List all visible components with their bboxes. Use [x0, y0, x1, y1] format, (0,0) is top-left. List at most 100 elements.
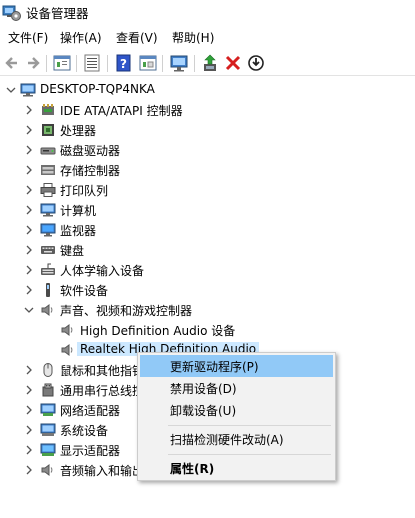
device-label: 软件设备	[60, 284, 109, 298]
device-category[interactable]: 键盘	[0, 240, 415, 260]
speaker-icon	[60, 322, 76, 338]
speaker-icon	[40, 462, 56, 478]
expand-chevron-icon[interactable]	[22, 181, 36, 199]
storage-controller-icon	[40, 162, 56, 178]
expand-chevron-icon[interactable]	[22, 201, 36, 219]
toolbar-separator	[194, 55, 195, 72]
expand-chevron-icon[interactable]	[22, 261, 36, 279]
disk-drive-icon	[40, 142, 56, 158]
device-category[interactable]: IDE ATA/ATAPI 控制器	[0, 100, 415, 120]
speaker-icon	[40, 302, 56, 318]
processor-icon	[40, 122, 56, 138]
device-label: 系统设备	[60, 424, 109, 438]
title-bar: 设备管理器	[0, 0, 415, 24]
device-label: High Definition Audio 设备	[80, 324, 236, 338]
help-icon[interactable]: ?	[113, 52, 135, 74]
monitor-icon	[40, 222, 56, 238]
svg-text:?: ?	[120, 57, 127, 71]
device-label: 显示适配器	[60, 444, 121, 458]
speaker-icon	[60, 342, 76, 358]
toolbar-separator	[162, 55, 163, 72]
device-label: 网络适配器	[60, 404, 121, 418]
keyboard-icon	[40, 242, 56, 258]
expand-chevron-icon[interactable]	[22, 161, 36, 179]
tree-root[interactable]: DESKTOP-TQP4NKA	[0, 80, 415, 100]
expand-chevron-icon[interactable]	[22, 121, 36, 139]
device-label: 计算机	[60, 204, 97, 218]
expand-chevron-icon[interactable]	[22, 401, 36, 419]
device-label: 键盘	[60, 244, 85, 258]
disable-device-icon[interactable]	[245, 52, 267, 74]
expand-chevron-icon[interactable]	[22, 281, 36, 299]
mouse-icon	[40, 362, 56, 378]
device-label: 声音、视频和游戏控制器	[60, 304, 193, 318]
menu-action[interactable]: 操作(A)	[60, 29, 102, 46]
expand-chevron-icon[interactable]	[22, 441, 36, 459]
display-adapter-icon	[40, 442, 56, 458]
expand-chevron-icon[interactable]	[22, 361, 36, 379]
computer-icon	[20, 82, 36, 98]
expand-chevron-icon[interactable]	[22, 221, 36, 239]
device-category[interactable]: 处理器	[0, 120, 415, 140]
toolbar-separator	[76, 55, 77, 72]
usb-icon	[40, 382, 56, 398]
expand-chevron-icon[interactable]	[22, 421, 36, 439]
computer-icon	[40, 202, 56, 218]
expand-chevron-icon[interactable]	[22, 241, 36, 259]
back-arrow-icon[interactable]	[1, 52, 23, 74]
expand-chevron-icon[interactable]	[22, 101, 36, 119]
action-pane-icon[interactable]	[137, 52, 159, 74]
menu-bar: 文件(F) 操作(A) 查看(V) 帮助(H)	[0, 26, 415, 48]
device-label: 存储控制器	[60, 164, 121, 178]
menu-scan-hardware[interactable]: 扫描检测硬件改动(A)	[140, 428, 333, 450]
menu-disable-device[interactable]: 禁用设备(D)	[140, 377, 333, 399]
device-category[interactable]: 计算机	[0, 200, 415, 220]
device-category[interactable]: 软件设备	[0, 280, 415, 300]
device-label: IDE ATA/ATAPI 控制器	[60, 104, 183, 118]
device-label: 人体学输入设备	[60, 264, 145, 278]
menu-help[interactable]: 帮助(H)	[172, 29, 214, 46]
menu-separator	[168, 425, 331, 426]
hid-icon	[40, 262, 56, 278]
collapse-chevron-icon[interactable]	[4, 81, 18, 99]
device-category[interactable]: 打印队列	[0, 180, 415, 200]
monitor-scan-icon[interactable]	[168, 52, 190, 74]
device-label: 打印队列	[60, 184, 109, 198]
properties-sheet-icon[interactable]	[51, 52, 73, 74]
device-label: 磁盘驱动器	[60, 144, 121, 158]
device-category[interactable]: 人体学输入设备	[0, 260, 415, 280]
menu-properties[interactable]: 属性(R)	[140, 457, 333, 479]
computer-name: DESKTOP-TQP4NKA	[40, 82, 155, 96]
expand-chevron-icon[interactable]	[22, 141, 36, 159]
context-menu: 更新驱动程序(P) 禁用设备(D) 卸载设备(U) 扫描检测硬件改动(A) 属性…	[137, 352, 336, 481]
menu-update-driver[interactable]: 更新驱动程序(P)	[140, 355, 333, 377]
device-category[interactable]: 磁盘驱动器	[0, 140, 415, 160]
menu-file[interactable]: 文件(F)	[8, 29, 48, 46]
menu-uninstall-device[interactable]: 卸载设备(U)	[140, 399, 333, 421]
device-label: 监视器	[60, 224, 97, 238]
device-label: 音频输入和输出	[60, 464, 145, 478]
list-view-icon[interactable]	[81, 52, 103, 74]
system-device-icon	[40, 422, 56, 438]
device-label: 处理器	[60, 124, 97, 138]
expand-chevron-icon[interactable]	[22, 461, 36, 479]
device-category[interactable]: 声音、视频和游戏控制器	[0, 300, 415, 320]
software-device-icon	[40, 282, 56, 298]
device-category[interactable]: 监视器	[0, 220, 415, 240]
toolbar-separator	[107, 55, 108, 72]
toolbar: ?	[0, 50, 415, 76]
expand-chevron-icon[interactable]	[22, 381, 36, 399]
device-item[interactable]: High Definition Audio 设备	[0, 320, 415, 340]
forward-arrow-icon[interactable]	[22, 52, 44, 74]
collapse-chevron-icon[interactable]	[22, 301, 36, 319]
ide-controller-icon	[40, 102, 56, 118]
uninstall-x-icon[interactable]	[222, 52, 244, 74]
update-driver-icon[interactable]	[200, 52, 222, 74]
menu-separator	[168, 454, 331, 455]
network-adapter-icon	[40, 402, 56, 418]
device-category[interactable]: 存储控制器	[0, 160, 415, 180]
printer-icon	[40, 182, 56, 198]
menu-view[interactable]: 查看(V)	[116, 29, 158, 46]
window-title: 设备管理器	[26, 6, 89, 21]
device-manager-icon	[2, 2, 22, 25]
